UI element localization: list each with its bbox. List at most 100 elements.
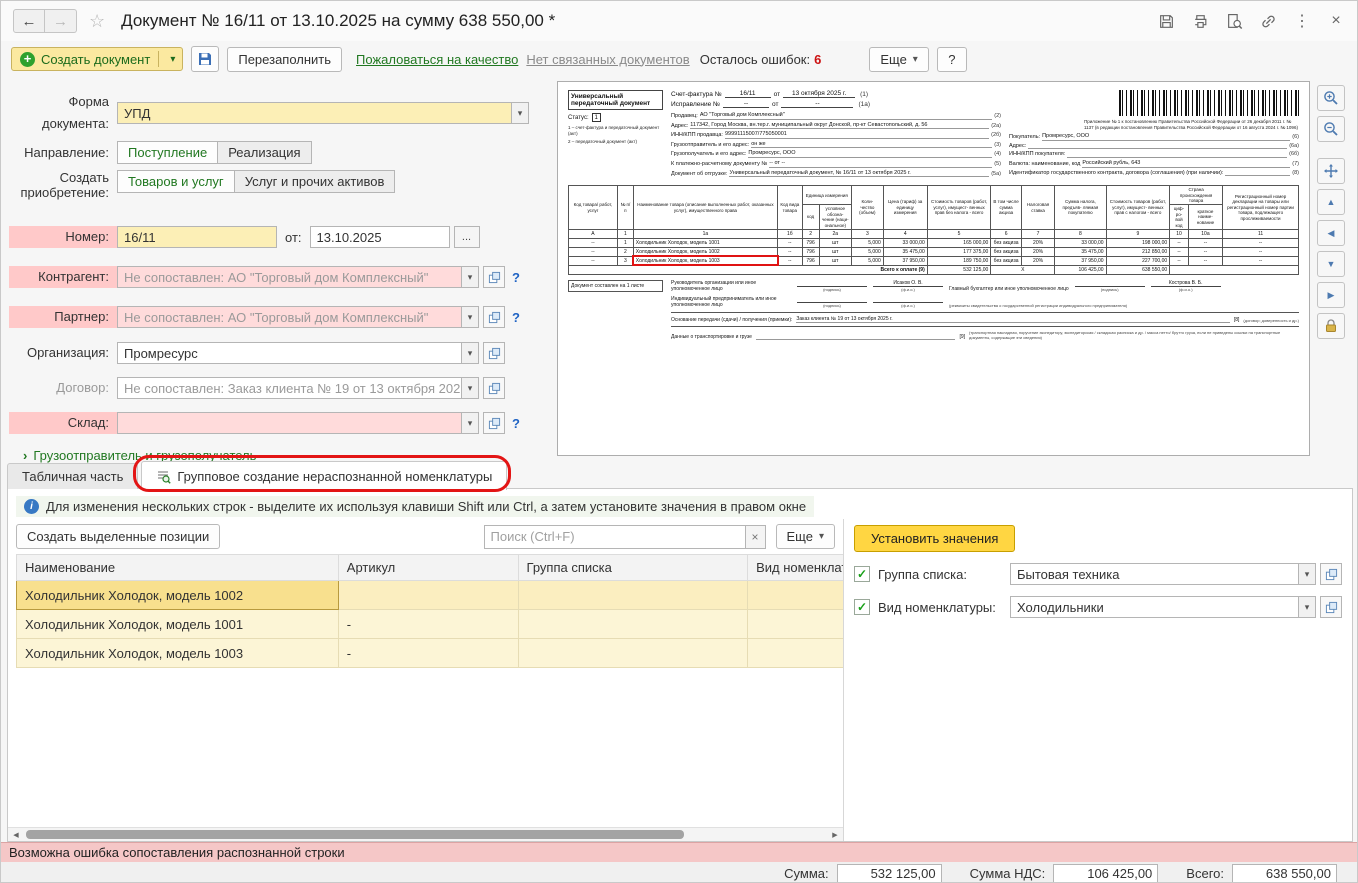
table-row[interactable]: Холодильник Холодок, модель 1003 - (16, 638, 843, 668)
cell-group[interactable] (517, 609, 749, 639)
horizontal-scrollbar[interactable]: ◀ ▶ (8, 827, 843, 841)
counterparty-input[interactable]: Не сопоставлен: АО "Торговый дом Комплек… (117, 266, 462, 288)
kind-input[interactable]: Холодильники (1010, 596, 1299, 618)
kind-dropdown-icon[interactable]: ▾ (1299, 596, 1316, 618)
partner-help-icon[interactable]: ? (512, 310, 520, 325)
print-icon[interactable] (1191, 12, 1209, 30)
requisite-line: Продавец: АО "Торговый дом Комплексный" (2… (671, 112, 1001, 120)
cell-group[interactable] (517, 580, 749, 610)
set-values-button[interactable]: Установить значения (854, 525, 1016, 552)
table-row[interactable]: Холодильник Холодок, модель 1001 - (16, 609, 843, 639)
appendix-note: Приложение № 1 к постановлению Правитель… (1084, 119, 1298, 130)
contract-dropdown-icon[interactable]: ▾ (462, 377, 479, 399)
search-input[interactable] (483, 524, 746, 549)
acquisition-services-button[interactable]: Услуг и прочих активов (234, 170, 396, 193)
zoom-in-icon[interactable] (1317, 85, 1345, 111)
table-more-button[interactable]: Еще ▾ (775, 524, 835, 549)
forward-button[interactable]: → (45, 9, 77, 33)
favorite-star-icon[interactable]: ☆ (89, 11, 105, 32)
direction-outgoing-button[interactable]: Реализация (218, 141, 312, 164)
kebab-menu-icon[interactable]: ⋮ (1293, 12, 1311, 30)
warehouse-help-icon[interactable]: ? (512, 416, 520, 431)
contract-input[interactable]: Не сопоставлен: Заказ клиента № 19 от 13… (117, 377, 462, 399)
scroll-right-icon[interactable]: ▶ (1317, 282, 1345, 308)
no-linked-documents-link[interactable]: Нет связанных документов (526, 52, 689, 67)
close-icon[interactable]: × (1327, 12, 1345, 30)
requisite-line: Документ об отгрузке: Универсальный перед… (671, 169, 1001, 178)
group-input[interactable]: Бытовая техника (1010, 563, 1299, 585)
cell-group[interactable] (517, 638, 749, 668)
column-header[interactable]: Группа списка (517, 554, 749, 581)
back-button[interactable]: ← (13, 9, 45, 33)
counterparty-dropdown-icon[interactable]: ▾ (462, 266, 479, 288)
scrollbar-track[interactable] (24, 828, 827, 841)
column-header[interactable]: Артикул (337, 554, 519, 581)
contract-open-button[interactable] (483, 377, 505, 399)
cell-name[interactable]: Холодильник Холодок, модель 1003 (16, 638, 339, 668)
partner-open-button[interactable] (483, 306, 505, 328)
cell-article[interactable]: - (337, 609, 519, 639)
complain-link[interactable]: Пожаловаться на качество (356, 52, 518, 67)
requisite-line: ИНН/КПП продавца: 99991115007/775050001 (2… (671, 131, 1001, 139)
lock-icon[interactable] (1317, 313, 1345, 339)
cell-kind[interactable] (747, 638, 843, 668)
date-input[interactable]: 13.10.2025 (309, 226, 450, 248)
cell-kind[interactable] (747, 609, 843, 639)
scroll-left-icon[interactable]: ◀ (1317, 220, 1345, 246)
cell-name[interactable]: Холодильник Холодок, модель 1002 (16, 580, 339, 610)
chevron-down-icon[interactable]: ▾ (167, 54, 178, 65)
counterparty-help-icon[interactable]: ? (512, 270, 520, 285)
document-preview[interactable]: Универсальный передаточный документ Стат… (557, 81, 1310, 456)
scroll-left-icon[interactable]: ◀ (8, 831, 24, 839)
zoom-out-icon[interactable] (1317, 116, 1345, 142)
doc-form-input[interactable]: УПД (117, 102, 512, 124)
cell-article[interactable]: - (337, 638, 519, 668)
link-icon[interactable] (1259, 12, 1277, 30)
scroll-up-icon[interactable]: ▲ (1317, 189, 1345, 215)
organization-input[interactable]: Промресурс (117, 342, 462, 364)
organization-open-button[interactable] (483, 342, 505, 364)
save-button[interactable] (191, 46, 220, 72)
table-row[interactable]: Холодильник Холодок, модель 1002 (16, 580, 843, 610)
organization-dropdown-icon[interactable]: ▾ (462, 342, 479, 364)
scroll-down-icon[interactable]: ▼ (1317, 251, 1345, 277)
pan-move-icon[interactable] (1317, 158, 1345, 184)
kind-open-button[interactable] (1320, 596, 1342, 618)
more-button[interactable]: Еще ▾ (869, 46, 929, 72)
cell-article[interactable] (337, 580, 519, 610)
scroll-right-icon[interactable]: ▶ (827, 831, 843, 839)
group-dropdown-icon[interactable]: ▾ (1299, 563, 1316, 585)
acquisition-goods-button[interactable]: Товаров и услуг (117, 170, 235, 193)
column-header[interactable]: Вид номенклатуры (747, 554, 843, 581)
save-icon[interactable] (1157, 12, 1175, 30)
cell-kind[interactable] (747, 580, 843, 610)
warehouse-dropdown-icon[interactable]: ▾ (462, 412, 479, 434)
chevron-down-icon: ▾ (912, 53, 918, 65)
create-selected-button[interactable]: Создать выделенные позиции (16, 524, 221, 549)
number-input[interactable]: 16/11 (117, 226, 277, 248)
partner-input[interactable]: Не сопоставлен: АО "Торговый дом Комплек… (117, 306, 462, 328)
status-message: Возможна ошибка сопоставления распознанн… (9, 845, 345, 860)
group-open-button[interactable] (1320, 563, 1342, 585)
counterparty-open-button[interactable] (483, 266, 505, 288)
warehouse-input[interactable] (117, 412, 462, 434)
refill-button[interactable]: Перезаполнить (227, 46, 343, 72)
help-button[interactable]: ? (936, 46, 967, 72)
doc-form-dropdown-icon[interactable]: ▾ (512, 102, 529, 124)
plus-icon: + (20, 51, 35, 67)
scrollbar-thumb[interactable] (26, 830, 685, 839)
tab-tabular-part[interactable]: Табличная часть (7, 463, 139, 489)
date-picker-button[interactable]: ... (453, 226, 480, 248)
partner-dropdown-icon[interactable]: ▾ (462, 306, 479, 328)
create-document-button[interactable]: + Создать документ ▾ (11, 47, 184, 71)
tab-group-create[interactable]: Групповое создание нераспознанной номенк… (141, 461, 508, 490)
warehouse-open-button[interactable] (483, 412, 505, 434)
direction-incoming-button[interactable]: Поступление (117, 141, 219, 164)
column-header[interactable]: Наименование (16, 554, 339, 581)
group-checkbox[interactable]: ✓ (854, 566, 870, 582)
cell-name[interactable]: Холодильник Холодок, модель 1001 (16, 609, 339, 639)
kind-checkbox[interactable]: ✓ (854, 599, 870, 615)
clear-search-icon[interactable]: × (745, 524, 766, 549)
table-header-row: Наименование Артикул Группа списка Вид н… (16, 554, 843, 581)
preview-icon[interactable] (1225, 12, 1243, 30)
